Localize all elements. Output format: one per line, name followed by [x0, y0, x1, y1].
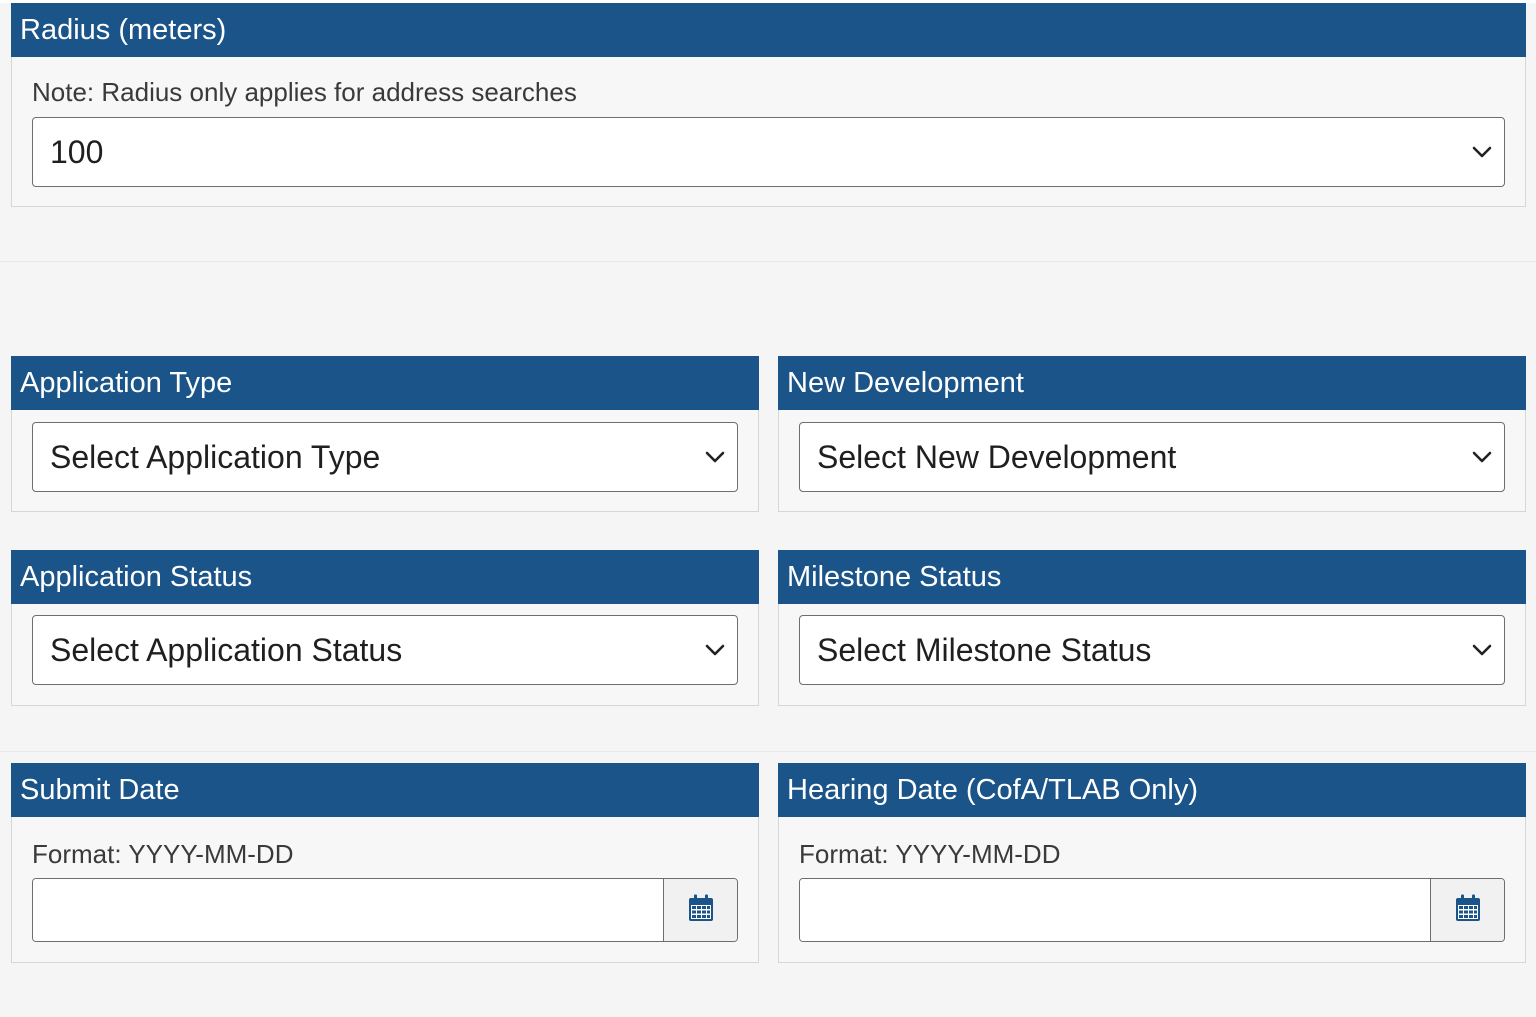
new-development-title: New Development	[778, 356, 1526, 410]
section-divider	[0, 751, 1536, 752]
hearing-date-title: Hearing Date (CofA/TLAB Only)	[778, 763, 1526, 817]
calendar-icon	[688, 894, 714, 927]
radius-select-value: 100	[50, 133, 104, 170]
radius-select[interactable]: 100	[32, 117, 1505, 187]
radius-panel-title: Radius (meters)	[11, 3, 1526, 57]
hearing-date-calendar-button[interactable]	[1430, 879, 1504, 941]
milestone-status-select-value: Select Milestone Status	[817, 631, 1152, 668]
milestone-status-select[interactable]: Select Milestone Status	[799, 615, 1505, 685]
application-type-panel: Application Type Select Application Type	[11, 356, 759, 512]
search-filters-page: Radius (meters) Note: Radius only applie…	[0, 0, 1536, 1017]
application-status-title: Application Status	[11, 550, 759, 604]
hearing-date-group	[799, 878, 1505, 942]
chevron-down-icon	[697, 439, 733, 475]
submit-date-input[interactable]	[33, 879, 663, 941]
submit-date-calendar-button[interactable]	[663, 879, 737, 941]
application-status-select-value: Select Application Status	[50, 631, 403, 668]
radius-note: Note: Radius only applies for address se…	[32, 77, 577, 107]
section-divider	[0, 261, 1536, 262]
application-type-title: Application Type	[11, 356, 759, 410]
chevron-down-icon	[1464, 134, 1500, 170]
chevron-down-icon	[1464, 439, 1500, 475]
application-status-panel: Application Status Select Application St…	[11, 550, 759, 706]
new-development-panel: New Development Select New Development	[778, 356, 1526, 512]
submit-date-panel: Submit Date Format: YYYY-MM-DD	[11, 763, 759, 963]
radius-panel: Radius (meters) Note: Radius only applie…	[11, 3, 1526, 207]
application-type-select-value: Select Application Type	[50, 438, 381, 475]
application-status-select[interactable]: Select Application Status	[32, 615, 738, 685]
chevron-down-icon	[1464, 632, 1500, 668]
application-type-select[interactable]: Select Application Type	[32, 422, 738, 492]
submit-date-format-note: Format: YYYY-MM-DD	[32, 839, 294, 869]
new-development-select-value: Select New Development	[817, 438, 1177, 475]
hearing-date-format-note: Format: YYYY-MM-DD	[799, 839, 1061, 869]
hearing-date-panel: Hearing Date (CofA/TLAB Only) Format: YY…	[778, 763, 1526, 963]
hearing-date-input[interactable]	[800, 879, 1430, 941]
chevron-down-icon	[697, 632, 733, 668]
milestone-status-title: Milestone Status	[778, 550, 1526, 604]
new-development-select[interactable]: Select New Development	[799, 422, 1505, 492]
submit-date-group	[32, 878, 738, 942]
milestone-status-panel: Milestone Status Select Milestone Status	[778, 550, 1526, 706]
calendar-icon	[1455, 894, 1481, 927]
submit-date-title: Submit Date	[11, 763, 759, 817]
